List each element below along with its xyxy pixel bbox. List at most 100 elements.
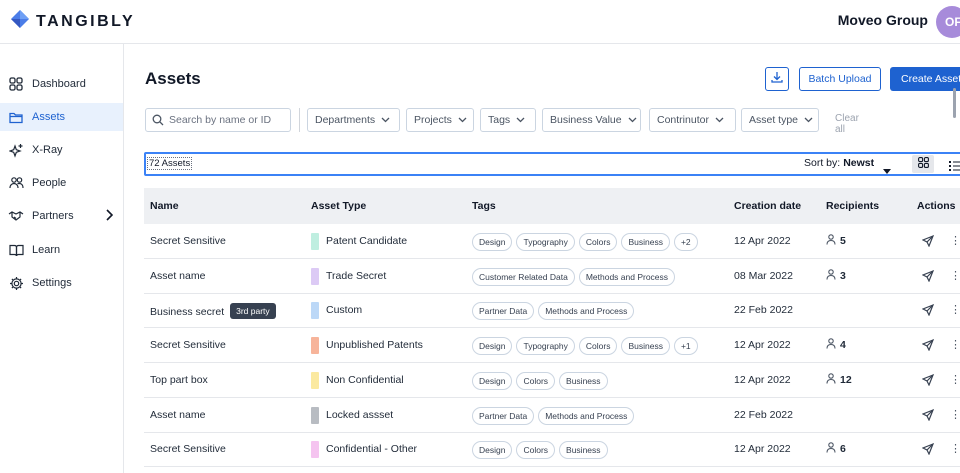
tag-chip[interactable]: Customer Related Data xyxy=(472,267,575,286)
sort-dropdown[interactable]: Sort by: Newst xyxy=(804,157,874,169)
handshake-icon xyxy=(8,208,24,224)
tag-chip[interactable]: Design xyxy=(472,441,513,460)
tag-list: Design Colors Business xyxy=(472,441,608,460)
download-button[interactable] xyxy=(765,67,789,91)
more-actions-icon[interactable]: ⋮ xyxy=(950,338,960,351)
tag-chip[interactable]: Partner Data xyxy=(472,302,535,321)
tag-chip[interactable]: Methods and Process xyxy=(538,302,635,321)
recipients[interactable]: 3 xyxy=(826,268,846,283)
list-view-icon[interactable] xyxy=(949,158,960,176)
more-actions-icon[interactable]: ⋮ xyxy=(950,269,960,282)
tag-chip[interactable]: Business xyxy=(621,233,670,251)
asset-name[interactable]: Top part box xyxy=(150,374,208,386)
creation-date: 12 Apr 2022 xyxy=(734,373,791,386)
recipients[interactable]: 12 xyxy=(826,373,852,387)
tag-chip[interactable]: Colors xyxy=(578,233,618,251)
sidebar-item-xray[interactable]: X-Ray xyxy=(0,136,123,164)
tag-chip[interactable]: Design xyxy=(472,371,513,390)
tag-chip[interactable]: Typography xyxy=(516,233,575,251)
send-icon[interactable] xyxy=(921,234,935,250)
more-actions-icon[interactable]: ⋮ xyxy=(950,373,960,386)
asset-name[interactable]: Secret Sensitive xyxy=(150,235,226,247)
grid-view-toggle[interactable] xyxy=(912,155,934,173)
table-row[interactable]: Secret Sensitive Unpublished Patents Desig… xyxy=(144,328,960,364)
tag-chip[interactable]: Typography xyxy=(516,337,575,356)
table-row[interactable]: Asset name Trade Secret Customer Related D… xyxy=(144,259,960,294)
logo[interactable]: TANGIBLY xyxy=(10,9,135,34)
more-actions-icon[interactable]: ⋮ xyxy=(950,442,960,455)
creation-date: 12 Apr 2022 xyxy=(734,339,791,352)
filter-projects[interactable]: Projects xyxy=(406,108,474,132)
tag-chip[interactable]: Colors xyxy=(578,337,618,356)
tag-chip[interactable]: +1 xyxy=(673,337,698,356)
asset-name[interactable]: Secret Sensitive xyxy=(150,339,226,351)
sidebar-item-learn[interactable]: Learn xyxy=(0,236,123,264)
chevron-down-icon xyxy=(381,117,390,123)
create-asset-button[interactable]: Create Asset xyxy=(890,67,960,91)
clear-all-button[interactable]: Clear all xyxy=(835,113,859,135)
search-input[interactable]: Search by name or ID xyxy=(145,108,291,132)
person-icon xyxy=(826,442,836,456)
table-row[interactable]: Secret Sensitive Patent Candidate Design Ty… xyxy=(144,224,960,259)
more-actions-icon[interactable]: ⋮ xyxy=(950,303,960,316)
grid-view-icon xyxy=(917,155,929,173)
send-icon[interactable] xyxy=(921,269,935,285)
sidebar-item-assets[interactable]: Assets xyxy=(0,103,123,131)
recipients[interactable]: 6 xyxy=(826,442,846,456)
chevron-right-icon xyxy=(105,209,114,224)
sidebar-item-dashboard[interactable]: Dashboard xyxy=(0,70,123,98)
column-header[interactable]: Recipients xyxy=(826,200,879,212)
filter-label: Contrinutor xyxy=(657,114,709,126)
batch-upload-button[interactable]: Batch Upload xyxy=(799,67,881,91)
person-icon xyxy=(826,268,836,283)
tag-chip[interactable]: Business xyxy=(559,371,608,390)
tag-chip[interactable]: Partner Data xyxy=(472,406,535,425)
filter-departments[interactable]: Departments xyxy=(307,108,400,132)
asset-name[interactable]: Asset name xyxy=(150,409,205,421)
filter-business-value[interactable]: Business Value xyxy=(542,108,641,132)
column-header[interactable]: Creation date xyxy=(734,200,801,212)
send-icon[interactable] xyxy=(921,339,935,354)
table-row[interactable]: Top part box Non Confidential Design Colors… xyxy=(144,363,960,398)
sidebar-item-settings[interactable]: Settings xyxy=(0,269,123,297)
asset-name[interactable]: Asset name xyxy=(150,270,205,282)
tag-chip[interactable]: Methods and Process xyxy=(538,406,635,425)
sidebar-item-label: People xyxy=(32,177,67,189)
tag-chip[interactable]: Colors xyxy=(516,371,556,390)
recipients[interactable]: 5 xyxy=(826,234,846,248)
tag-chip[interactable]: Methods and Process xyxy=(578,267,676,286)
send-icon[interactable] xyxy=(921,443,935,458)
tag-chip[interactable]: Design xyxy=(472,337,513,356)
more-actions-icon[interactable]: ⋮ xyxy=(950,234,960,247)
asset-type-color-swatch xyxy=(311,267,319,285)
tag-chip[interactable]: Colors xyxy=(516,441,556,460)
sidebar-item-people[interactable]: People xyxy=(0,169,123,197)
sidebar-item-label: Partners xyxy=(32,210,74,222)
filter-asset-type[interactable]: Asset type xyxy=(741,108,819,132)
send-icon[interactable] xyxy=(921,304,935,319)
asset-type: Unpublished Patents xyxy=(326,339,423,352)
table-row[interactable]: Asset name Locked assset Partner Data Metho… xyxy=(144,398,960,433)
table-row[interactable]: Secret Sensitive Confidential - Other Desi… xyxy=(144,432,960,468)
filter-tags[interactable]: Tags xyxy=(480,108,536,132)
tag-chip[interactable]: Design xyxy=(472,233,513,251)
tag-chip[interactable]: Business xyxy=(621,337,670,356)
table-row[interactable]: Business secret 3rd party Custom Partner Da… xyxy=(144,293,960,329)
send-icon[interactable] xyxy=(921,408,935,424)
scrollbar-thumb[interactable] xyxy=(953,88,956,118)
brand-name: TANGIBLY xyxy=(36,12,136,30)
column-header[interactable]: Asset Type xyxy=(311,200,366,212)
sort-value: Newst xyxy=(843,157,875,169)
avatar[interactable]: OF xyxy=(936,6,960,38)
asset-name[interactable]: Secret Sensitive xyxy=(150,443,226,455)
sidebar-item-partners[interactable]: Partners xyxy=(0,202,123,230)
tag-chip[interactable]: +2 xyxy=(673,233,698,251)
column-header[interactable]: Name xyxy=(150,200,179,212)
filter-contributor[interactable]: Contrinutor xyxy=(649,108,736,132)
more-actions-icon[interactable]: ⋮ xyxy=(950,408,960,421)
column-header[interactable]: Tags xyxy=(472,200,496,212)
recipients[interactable]: 4 xyxy=(826,338,846,352)
send-icon[interactable] xyxy=(921,373,935,389)
asset-name[interactable]: Business secret 3rd party xyxy=(150,303,276,320)
tag-chip[interactable]: Business xyxy=(559,441,608,460)
